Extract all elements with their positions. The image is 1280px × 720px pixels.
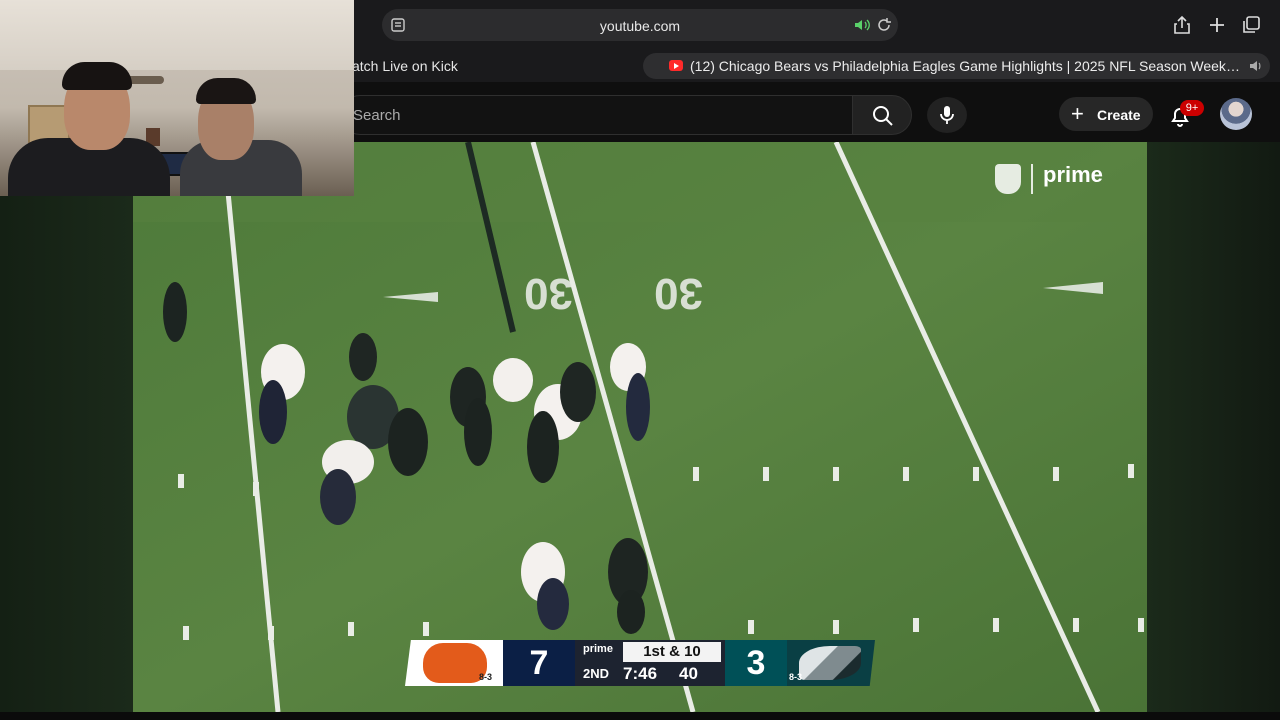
game-clock: 7:46: [623, 664, 658, 683]
microphone-icon: [940, 106, 954, 124]
away-score: 7: [503, 640, 575, 686]
tabs-overview-icon[interactable]: [1241, 15, 1261, 35]
create-label: Create: [1097, 107, 1141, 123]
webcam-ceiling: [0, 0, 354, 70]
logo-divider: [1031, 164, 1033, 194]
tab-youtube-active[interactable]: (12) Chicago Bears vs Philadelphia Eagle…: [643, 53, 1270, 79]
create-button[interactable]: + Create: [1059, 97, 1153, 131]
away-record: 8-3: [479, 672, 493, 682]
football-field: 30 30: [133, 142, 1147, 712]
voice-search-button[interactable]: [927, 97, 967, 133]
bottom-edge: [0, 712, 1280, 720]
search-input[interactable]: Search: [340, 95, 853, 135]
eagles-logo-icon: [799, 646, 861, 680]
plus-icon[interactable]: [1207, 15, 1227, 35]
video-side-left: [0, 196, 133, 712]
nfl-shield-icon: [995, 164, 1021, 194]
address-bar[interactable]: youtube.com: [382, 9, 898, 41]
avatar[interactable]: [1220, 98, 1252, 130]
plus-icon: +: [1071, 101, 1084, 126]
svg-text:30: 30: [654, 269, 703, 318]
prime-logo-text: prime: [1043, 162, 1103, 187]
streamer-right-hair: [196, 78, 256, 104]
broadcaster-label: prime: [583, 643, 613, 655]
search-placeholder: Search: [353, 107, 401, 124]
away-team-panel: 8-3: [405, 640, 503, 686]
video-player[interactable]: 30 30 prime: [133, 142, 1147, 712]
scoreboard: 8-3 7 prime 1st & 10 2ND 7:46 40 3 8-3: [405, 640, 875, 686]
search-button[interactable]: [852, 95, 912, 135]
quarter: 2ND: [583, 666, 610, 681]
streamer-left-hair: [62, 62, 132, 90]
home-record: 8-3: [789, 672, 803, 682]
reload-icon[interactable]: [876, 17, 892, 33]
tab-audio-icon[interactable]: [1249, 59, 1263, 73]
address-url[interactable]: youtube.com: [382, 18, 898, 34]
youtube-favicon-icon: [669, 60, 683, 71]
video-side-right: [1147, 142, 1280, 712]
search-icon: [873, 106, 893, 126]
down-distance: 1st & 10: [623, 642, 721, 662]
share-icon[interactable]: [1172, 15, 1192, 35]
notifications-badge: 9+: [1180, 100, 1204, 116]
game-status-panel: prime 1st & 10 2ND 7:46 40: [575, 640, 725, 686]
webcam-overlay: [0, 0, 354, 196]
home-team-panel: 8-3: [787, 640, 875, 686]
network-logo: prime: [995, 162, 1103, 198]
tab-title: (12) Chicago Bears vs Philadelphia Eagle…: [690, 58, 1243, 74]
play-clock: 40: [679, 664, 698, 683]
svg-text:30: 30: [524, 269, 573, 318]
tab-kick[interactable]: atch Live on Kick: [352, 58, 458, 74]
speaker-icon[interactable]: [854, 18, 870, 32]
bears-logo-icon: [423, 643, 487, 683]
home-score: 3: [725, 640, 787, 686]
